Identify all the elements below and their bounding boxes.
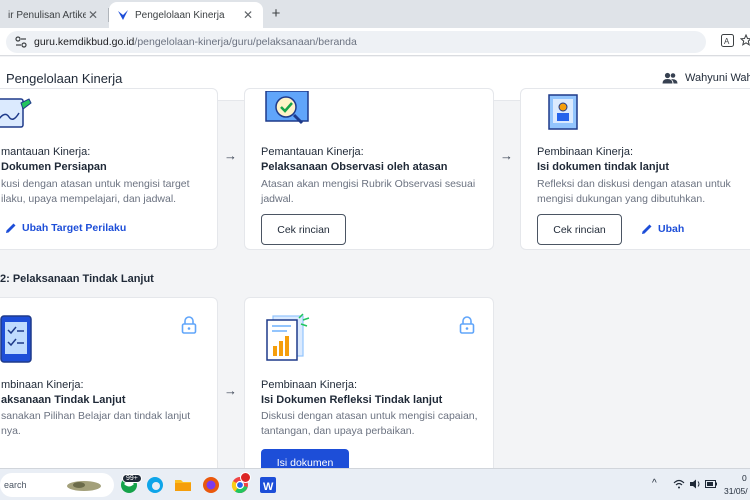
card-description: kusi dengan atasan untuk mengisi target …	[1, 178, 190, 205]
clock-time[interactable]: 0	[742, 473, 747, 483]
browser-toolbar: guru.kemdikbud.go.id/pengelolaan-kinerja…	[0, 28, 750, 56]
card-title: mbinaan Kinerja: aksanaan Tindak Lanjut	[1, 379, 126, 406]
card-description: Diskusi dengan atasan untuk mengisi capa…	[261, 410, 478, 437]
card-description: Atasan akan mengisi Rubrik Observasi ses…	[261, 178, 476, 205]
card-isi-dokumen-tindak-lanjut: Pembinaan Kinerja: Isi dokumen tindak la…	[520, 88, 750, 250]
svg-text:W: W	[263, 481, 274, 493]
close-icon[interactable]: ✕	[241, 8, 255, 22]
file-explorer-icon[interactable]	[173, 475, 193, 495]
card-pelaksanaan-observasi: Pemantauan Kinerja: Pelaksanaan Observas…	[244, 88, 494, 250]
user-name[interactable]: Wahyuni Wah	[685, 72, 750, 84]
document-pencil-icon	[0, 98, 32, 128]
cek-rincian-button[interactable]: Cek rincian	[261, 214, 346, 245]
arrow-right-icon: →	[500, 148, 513, 163]
cek-rincian-button[interactable]: Cek rincian	[537, 214, 622, 245]
url-path: /pengelolaan-kinerja/guru/pelaksanaan/be…	[134, 36, 357, 48]
card-title: mantauan Kinerja: Dokumen Persiapan	[1, 146, 107, 173]
clock-date[interactable]: 31/05/	[724, 486, 748, 496]
document-person-icon	[548, 94, 578, 130]
section-title: 2: Pelaksanaan Tindak Lanjut	[0, 273, 154, 285]
card-isi-dokumen-refleksi: Pembinaan Kinerja: Isi Dokumen Refleksi …	[244, 297, 494, 477]
site-settings-icon[interactable]	[14, 35, 28, 49]
new-tab-icon[interactable]: +	[268, 5, 284, 22]
document-chart-icon	[266, 313, 310, 361]
chevron-up-icon[interactable]: ^	[652, 478, 657, 489]
card-title: Pembinaan Kinerja: Isi dokumen tindak la…	[537, 146, 670, 173]
notification-badge: 99+	[122, 474, 142, 483]
volume-icon[interactable]	[689, 479, 701, 489]
edge-browser-icon[interactable]	[145, 475, 165, 495]
tab-title: Pengelolaan Kinerja	[135, 9, 225, 21]
browser-tab-strip: ir Penulisan Artikel ✕ Pengelolaan Kiner…	[0, 0, 750, 28]
card-description: Refleksi dan diskusi dengan atasan untuk…	[537, 178, 731, 205]
page-title: Pengelolaan Kinerja	[6, 71, 123, 86]
windows-taskbar: earch W ^ 0 31/05/	[0, 468, 750, 500]
tab-penulisan-artikel[interactable]: ir Penulisan Artikel ✕	[0, 2, 108, 28]
app-favicon-icon	[118, 10, 128, 20]
pencil-icon	[642, 224, 652, 234]
observation-check-icon	[265, 91, 309, 125]
arrow-right-icon: →	[224, 383, 237, 398]
bookmark-star-icon[interactable]	[740, 34, 750, 46]
ubah-target-perilaku-button[interactable]: Ubah Target Perilaku	[5, 222, 126, 234]
tab-pengelolaan-kinerja[interactable]: Pengelolaan Kinerja ✕	[109, 2, 263, 28]
pencil-icon	[6, 223, 16, 233]
taskbar-search[interactable]: earch	[0, 473, 114, 497]
url-host: guru.kemdikbud.go.id	[34, 36, 135, 48]
ubah-button[interactable]: Ubah	[641, 223, 684, 235]
tablet-checklist-icon	[0, 315, 32, 363]
card-title: Pembinaan Kinerja: Isi Dokumen Refleksi …	[261, 379, 443, 406]
card-pelaksanaan-tindak-lanjut: mbinaan Kinerja: aksanaan Tindak Lanjut …	[0, 297, 218, 477]
search-label: earch	[4, 480, 27, 490]
lock-icon	[459, 316, 475, 334]
address-bar[interactable]: guru.kemdikbud.go.id/pengelolaan-kinerja…	[6, 31, 706, 53]
tab-title: ir Penulisan Artikel	[8, 9, 86, 21]
wifi-icon[interactable]	[673, 479, 685, 489]
card-title: Pemantauan Kinerja: Pelaksanaan Observas…	[261, 146, 448, 173]
search-highlight-icon	[66, 481, 101, 491]
translate-icon[interactable]: A	[721, 34, 734, 47]
arrow-right-icon: →	[224, 148, 237, 163]
lock-icon	[181, 316, 197, 334]
word-icon[interactable]: W	[258, 475, 278, 495]
user-group-icon	[662, 72, 678, 84]
battery-icon[interactable]	[705, 480, 717, 488]
card-description: sanakan Pilihan Belajar dan tindak lanju…	[1, 410, 191, 437]
profile-badge-icon	[240, 472, 251, 483]
firefox-icon[interactable]	[201, 475, 221, 495]
close-icon[interactable]: ✕	[86, 8, 100, 22]
svg-text:A: A	[724, 37, 730, 46]
card-dokumen-persiapan: mantauan Kinerja: Dokumen Persiapan kusi…	[0, 88, 218, 250]
